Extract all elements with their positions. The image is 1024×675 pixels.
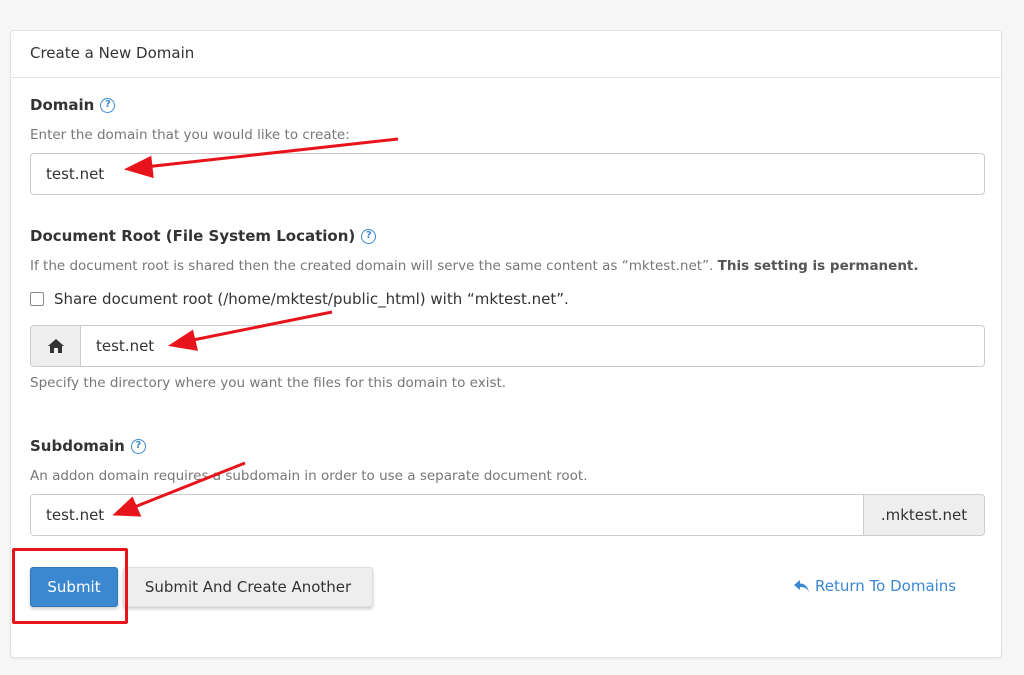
domain-label-text: Domain: [30, 96, 95, 114]
question-circle-icon[interactable]: ?: [130, 438, 146, 454]
question-circle-icon[interactable]: ?: [100, 97, 116, 113]
submit-button[interactable]: Submit: [30, 567, 118, 607]
document-root-input-group: test.net: [30, 325, 985, 367]
document-root-label: Document Root (File System Location) ?: [30, 227, 377, 245]
domain-input[interactable]: test.net: [30, 153, 985, 195]
document-root-help-text: If the document root is shared then the …: [30, 258, 919, 274]
document-root-help-main: If the document root is shared then the …: [30, 258, 714, 274]
document-root-label-text: Document Root (File System Location): [30, 227, 356, 245]
domain-help-text: Enter the domain that you would like to …: [30, 127, 350, 143]
document-root-hint: Specify the directory where you want the…: [30, 375, 507, 391]
question-circle-icon[interactable]: ?: [361, 228, 377, 244]
subdomain-help-text: An addon domain requires a subdomain in …: [30, 468, 588, 484]
return-to-domains-link[interactable]: Return To Domains: [793, 577, 956, 595]
domain-label: Domain ?: [30, 96, 116, 114]
share-document-root-checkbox[interactable]: [30, 292, 44, 306]
reply-arrow-icon: [794, 580, 809, 592]
create-domain-panel: Create a New Domain Domain ? Enter the d…: [10, 30, 1002, 658]
home-icon: [47, 339, 64, 353]
subdomain-input-group: test.net .mktest.net: [30, 494, 985, 536]
panel-title: Create a New Domain: [11, 31, 1001, 78]
domain-suffix: .mktest.net: [863, 495, 984, 535]
subdomain-input[interactable]: test.net: [31, 495, 863, 535]
subdomain-label: Subdomain ?: [30, 437, 146, 455]
submit-and-create-another-button[interactable]: Submit And Create Another: [123, 567, 373, 607]
share-document-root-label[interactable]: Share document root (/home/mktest/public…: [54, 290, 569, 308]
home-addon: [31, 326, 81, 366]
return-to-domains-label[interactable]: Return To Domains: [815, 577, 956, 595]
document-root-input[interactable]: test.net: [81, 326, 984, 366]
permanent-warning: This setting is permanent.: [717, 258, 919, 274]
subdomain-label-text: Subdomain: [30, 437, 125, 455]
share-document-root-row[interactable]: Share document root (/home/mktest/public…: [30, 290, 569, 308]
